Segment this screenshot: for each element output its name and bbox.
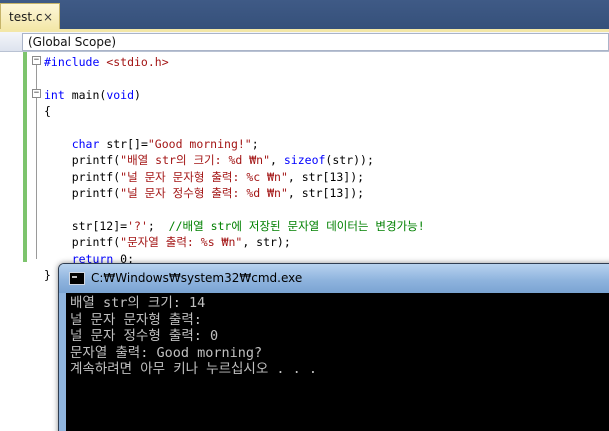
- code-token: printf(: [44, 235, 121, 250]
- code-token: ;: [251, 136, 259, 151]
- code-line[interactable]: printf("널 문자 문자형 출력: %c ₩n", str[13]);: [44, 169, 425, 185]
- code-token: //배열 str에 저장된 문자열 데이터는 변경가능!: [168, 218, 425, 233]
- code-line[interactable]: char str[]="Good morning!";: [44, 136, 425, 152]
- code-token: main(: [64, 87, 107, 102]
- code-line[interactable]: printf("널 문자 정수형 출력: %d ₩n", str[13]);: [44, 185, 425, 201]
- code-line[interactable]: printf("문자열 출력: %s ₩n", str);: [44, 234, 425, 250]
- code-token: , str);: [242, 235, 291, 250]
- code-line[interactable]: {: [44, 103, 425, 119]
- cmd-console-window[interactable]: C:₩Windows₩system32₩cmd.exe 배열 str의 크기: …: [58, 263, 609, 431]
- code-token: str[]=: [99, 136, 148, 151]
- code-line[interactable]: [44, 120, 425, 136]
- code-token: printf(: [44, 153, 121, 168]
- scope-dropdown-value: (Global Scope): [28, 35, 117, 49]
- console-title: C:₩Windows₩system32₩cmd.exe: [91, 271, 303, 285]
- code-token: ,: [270, 153, 284, 168]
- code-token: #include: [44, 55, 107, 69]
- cmd-window-icon: [69, 272, 85, 285]
- code-token: , str[13]);: [287, 186, 365, 201]
- code-token: "널 문자 문자형 출력: %c ₩n": [120, 169, 288, 184]
- code-token: {: [44, 104, 51, 119]
- code-line[interactable]: #include <stdio.h>: [44, 54, 425, 70]
- code-token: (str));: [325, 153, 374, 168]
- code-line[interactable]: printf("배열 str의 크기: %d ₩n", sizeof(str))…: [44, 152, 425, 168]
- code-token: "널 문자 정수형 출력: %d ₩n": [120, 186, 288, 201]
- code-token: int: [44, 87, 65, 102]
- code-token: "배열 str의 크기: %d ₩n": [120, 153, 271, 168]
- console-output-line: 널 문자 정수형 출력: 0: [70, 328, 219, 344]
- code-token: <stdio.h>: [106, 55, 169, 69]
- code-token: "Good morning!": [147, 136, 252, 151]
- editor-tab-strip: test.c ×: [0, 0, 609, 30]
- code-token: char: [71, 136, 100, 151]
- code-line[interactable]: [44, 70, 425, 86]
- code-line[interactable]: int main(void): [44, 87, 425, 103]
- tab-label: test.c: [9, 10, 43, 24]
- collapse-minus-icon[interactable]: −: [32, 56, 41, 65]
- code-token: sizeof: [283, 153, 326, 168]
- code-token: "문자열 출력: %s ₩n": [120, 235, 243, 250]
- source-code[interactable]: #include <stdio.h> int main(void){ char s…: [44, 54, 425, 283]
- console-output[interactable]: 배열 str의 크기: 14 널 문자 문자형 출력: 널 문자 정수형 출력: …: [66, 293, 609, 431]
- code-token: , str[13]);: [287, 169, 365, 184]
- console-output-line: 계속하려면 아무 키나 누르십시오 . . .: [70, 361, 318, 377]
- collapse-minus-icon[interactable]: −: [32, 89, 41, 98]
- scope-navigation-bar: (Global Scope): [0, 32, 609, 52]
- code-token: str[12]=: [44, 218, 128, 233]
- code-token: ;: [147, 218, 169, 233]
- code-token: printf(: [44, 186, 121, 201]
- tab-test-c[interactable]: test.c ×: [0, 3, 60, 30]
- code-token: void: [106, 87, 135, 102]
- code-token: '?': [127, 218, 148, 233]
- code-line[interactable]: str[12]='?'; //배열 str에 저장된 문자열 데이터는 변경가능…: [44, 218, 425, 234]
- change-marker-bar: [23, 52, 27, 262]
- scope-dropdown[interactable]: (Global Scope): [22, 33, 609, 51]
- console-output-line: 문자열 출력: Good morning?: [70, 344, 263, 361]
- console-output-line: 널 문자 문자형 출력:: [70, 311, 210, 328]
- code-line[interactable]: [44, 202, 425, 218]
- console-output-line: 배열 str의 크기: 14: [70, 295, 206, 311]
- console-title-bar[interactable]: C:₩Windows₩system32₩cmd.exe: [59, 264, 609, 293]
- code-token: ): [134, 87, 141, 102]
- close-icon[interactable]: ×: [43, 10, 53, 24]
- code-token: }: [44, 268, 51, 283]
- code-token: printf(: [44, 169, 121, 184]
